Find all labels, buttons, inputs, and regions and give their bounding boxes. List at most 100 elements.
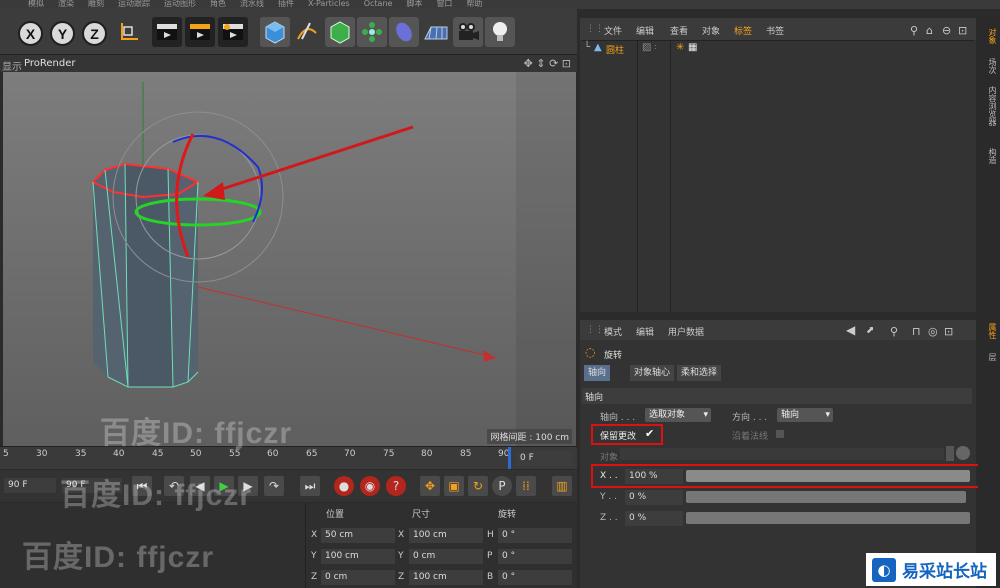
back-arrow-icon[interactable]: ◀ [846, 323, 855, 337]
menu-item[interactable]: 模拟 [28, 0, 44, 8]
render-picture-viewer-icon[interactable] [185, 17, 215, 47]
size-y-field[interactable]: 0 cm [409, 549, 483, 564]
along-normal-checkbox[interactable] [776, 430, 784, 438]
z-value-field[interactable]: 0 % [625, 511, 683, 526]
viewport-menu-display[interactable]: 显示 [2, 58, 22, 73]
key-selection-icon[interactable]: ? [386, 476, 406, 496]
deformer-icon[interactable] [389, 17, 419, 47]
object-name[interactable]: 圆柱 [606, 43, 624, 56]
render-settings-icon[interactable] [218, 17, 248, 47]
rot-h-field[interactable]: 0 ° [498, 528, 572, 543]
param-key-icon[interactable]: P [492, 476, 512, 496]
cube-icon[interactable] [260, 17, 290, 47]
keep-changes-checkbox[interactable]: ✔ [645, 427, 654, 440]
menu-tags[interactable]: 标签 [734, 24, 752, 37]
menu-file[interactable]: 文件 [604, 24, 622, 37]
side-tab-objects[interactable]: 对象 [980, 28, 998, 44]
3d-viewport[interactable]: 网格间距 : 100 cm [3, 72, 576, 446]
record-icon[interactable]: ● [334, 476, 354, 496]
x-slider[interactable] [686, 470, 970, 482]
menu-view[interactable]: 查看 [670, 24, 688, 37]
direction-dropdown[interactable]: 轴向 ▾ [777, 408, 833, 422]
visibility-dots-icon[interactable]: : [654, 42, 657, 51]
rot-p-field[interactable]: 0 ° [498, 549, 572, 564]
y-value-field[interactable]: 0 % [625, 490, 683, 505]
material-tag-icon[interactable]: ▦ [688, 42, 697, 53]
size-z-field[interactable]: 100 cm [409, 570, 483, 585]
pos-x-field[interactable]: 50 cm [321, 528, 395, 543]
subdivision-icon[interactable] [325, 17, 355, 47]
new-window-icon[interactable]: ⊡ [944, 325, 953, 338]
camera-icon[interactable] [453, 17, 483, 47]
side-tab-attributes[interactable]: 属性 [980, 323, 998, 339]
up-arrow-icon[interactable]: ⬈ [866, 325, 874, 336]
link-button[interactable] [946, 446, 954, 461]
menu-item[interactable]: 渲染 [58, 0, 74, 8]
menu-item[interactable]: Octane [364, 0, 393, 8]
z-slider[interactable] [686, 512, 970, 524]
auto-key-icon[interactable]: ◉ [360, 476, 380, 496]
y-slider[interactable] [686, 491, 966, 503]
x-axis-lock-icon[interactable]: X [18, 21, 43, 46]
size-x-field[interactable]: 100 cm [409, 528, 483, 543]
search-icon[interactable]: ⚲ [890, 325, 898, 338]
menu-item[interactable]: 角色 [210, 0, 226, 8]
lock-icon[interactable]: ⊓ [912, 325, 921, 338]
menu-item[interactable]: X-Particles [308, 0, 350, 8]
z-axis-lock-icon[interactable]: Z [82, 21, 107, 46]
menu-item[interactable]: 脚本 [406, 0, 422, 8]
position-key-icon[interactable]: ✥ [420, 476, 440, 496]
phong-tag-icon[interactable]: ✳ [676, 42, 684, 53]
menu-bookmarks[interactable]: 书签 [766, 24, 784, 37]
coordinate-system-icon[interactable] [114, 17, 144, 47]
menu-edit[interactable]: 编辑 [636, 24, 654, 37]
target-icon[interactable]: ◎ [928, 325, 938, 338]
pick-icon[interactable] [956, 446, 970, 460]
array-icon[interactable] [357, 17, 387, 47]
pos-y-field[interactable]: 100 cm [321, 549, 395, 564]
timeline-window-icon[interactable]: ▥ [552, 476, 572, 496]
go-to-end-icon[interactable]: ⏭ [300, 476, 320, 496]
playhead[interactable] [508, 447, 511, 469]
viewport-nav-icons[interactable]: ✥ ⇕ ⟳ ⊡ [524, 57, 571, 70]
menu-item[interactable]: 运动跟踪 [118, 0, 150, 8]
scale-key-icon[interactable]: ▣ [444, 476, 464, 496]
side-tab-content-browser[interactable]: 内容浏览器 [980, 86, 998, 126]
pen-spline-icon[interactable] [292, 17, 322, 47]
next-key-icon[interactable]: ↷ [264, 476, 284, 496]
search-icon[interactable]: ⚲ [910, 24, 918, 37]
layer-icon[interactable]: ▨ [642, 42, 651, 53]
menu-user-data[interactable]: 用户数据 [668, 325, 704, 338]
new-window-icon[interactable]: ⊡ [958, 24, 967, 37]
y-axis-lock-icon[interactable]: Y [50, 21, 75, 46]
floor-icon[interactable] [421, 17, 451, 47]
pos-z-field[interactable]: 0 cm [321, 570, 395, 585]
tab-soft-selection[interactable]: 柔和选择 [677, 365, 722, 381]
menu-item[interactable]: 窗口 [436, 0, 452, 8]
rot-b-field[interactable]: 0 ° [498, 570, 572, 585]
menu-item[interactable]: 插件 [278, 0, 294, 8]
menu-item[interactable]: 运动图形 [164, 0, 196, 8]
pla-key-icon[interactable]: ⁞⁞ [516, 476, 536, 496]
side-tab-takes[interactable]: 场次 [980, 58, 998, 74]
tab-axis[interactable]: 轴向 [584, 365, 611, 381]
menu-object[interactable]: 对象 [702, 24, 720, 37]
axis-dropdown[interactable]: 选取对象 ▾ [645, 408, 711, 422]
tab-object-axis[interactable]: 对象轴心 [630, 365, 675, 381]
rotation-key-icon[interactable]: ↻ [468, 476, 488, 496]
object-row-cylinder[interactable]: └ ▲ 圆柱 ▨ : ✳ ▦ [582, 42, 974, 57]
menu-item[interactable]: 帮助 [466, 0, 482, 8]
current-frame-field[interactable]: 0 F [516, 451, 572, 466]
menu-item[interactable]: 流水线 [240, 0, 264, 8]
menu-edit[interactable]: 编辑 [636, 325, 654, 338]
menu-item[interactable]: 雕刻 [88, 0, 104, 8]
x-value-field[interactable]: 100 % [625, 469, 683, 484]
home-icon[interactable]: ⌂ [926, 24, 933, 37]
preview-end-field[interactable]: 90 F [4, 478, 56, 493]
side-tab-layers[interactable]: 层 [980, 353, 998, 361]
expand-icon[interactable]: ⊖ [942, 24, 951, 37]
object-link-field[interactable] [620, 448, 944, 460]
side-tab-structure[interactable]: 构造 [980, 148, 998, 164]
menu-mode[interactable]: 模式 [604, 325, 622, 338]
light-icon[interactable] [485, 17, 515, 47]
